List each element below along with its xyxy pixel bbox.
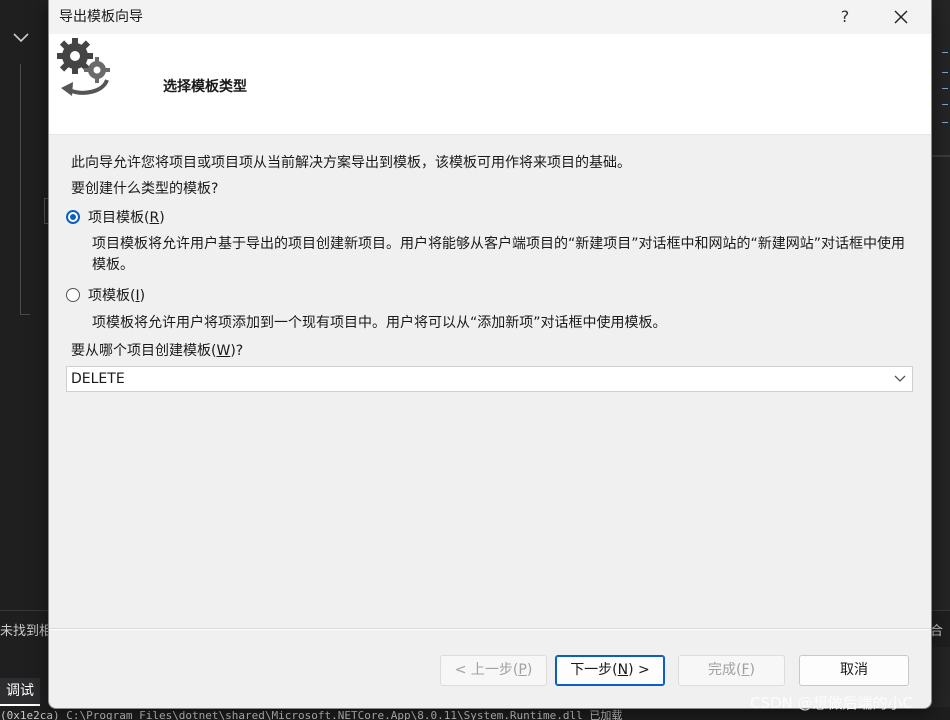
project-select-value: DELETE bbox=[71, 371, 125, 387]
chevron-down-icon[interactable] bbox=[12, 28, 30, 46]
export-template-wizard: 导出模板向导 ? 选择模板类型 此向导允许您将项目或项目项从当前解决方案导出到模… bbox=[48, 0, 932, 709]
intro-text: 此向导允许您将项目或项目项从当前解决方案导出到模板，该模板可用作将来项目的基础。 bbox=[71, 155, 631, 171]
radio-item-template[interactable]: 项模板(I) bbox=[66, 285, 145, 305]
prev-button[interactable]: < 上一步(P) bbox=[440, 655, 547, 686]
watermark: CSDN @想做后端的小C bbox=[750, 694, 914, 712]
gear-export-icon bbox=[57, 38, 110, 96]
wizard-content: 此向导允许您将项目或项目项从当前解决方案导出到模板，该模板可用作将来项目的基础。… bbox=[49, 135, 931, 625]
close-icon bbox=[894, 10, 908, 24]
radio-project-template[interactable]: 项目模板(R) bbox=[66, 207, 165, 227]
radio-label: 项目模板(R) bbox=[88, 210, 165, 226]
finish-button[interactable]: 完成(F) bbox=[678, 655, 785, 686]
template-type-question: 要创建什么类型的模板? bbox=[71, 181, 219, 197]
dialog-titlebar[interactable]: 导出模板向导 ? bbox=[49, 0, 931, 34]
ide-left-text: 未找到相 bbox=[0, 624, 53, 639]
footer-divider bbox=[49, 629, 931, 630]
tree-guide-line bbox=[20, 314, 30, 315]
project-select[interactable]: DELETE bbox=[66, 366, 913, 392]
cancel-button[interactable]: 取消 bbox=[799, 655, 909, 686]
tree-guide-line bbox=[20, 64, 21, 314]
close-button[interactable] bbox=[879, 0, 923, 34]
dialog-title: 导出模板向导 bbox=[59, 9, 143, 25]
radio-checked[interactable] bbox=[66, 210, 80, 224]
page-title: 选择模板类型 bbox=[163, 79, 247, 95]
radio-label: 项模板(I) bbox=[88, 288, 146, 304]
help-button[interactable]: ? bbox=[823, 0, 867, 34]
project-select-label: 要从哪个项目创建模板(W)? bbox=[71, 343, 244, 359]
item-template-description: 项模板将允许用户将项添加到一个现有项目中。用户将可以从“添加新项”对话框中使用模… bbox=[92, 315, 667, 331]
ide-tab-debug[interactable]: 调试 bbox=[0, 678, 40, 706]
next-button[interactable]: 下一步(N) > bbox=[555, 655, 665, 686]
chevron-down-icon bbox=[894, 375, 906, 382]
radio-unchecked[interactable] bbox=[66, 288, 80, 302]
wizard-header: 选择模板类型 bbox=[49, 34, 931, 135]
project-template-description: 项目模板将允许用户基于导出的项目创建新项目。用户将能够从客户端项目的“新建项目”… bbox=[92, 236, 906, 273]
